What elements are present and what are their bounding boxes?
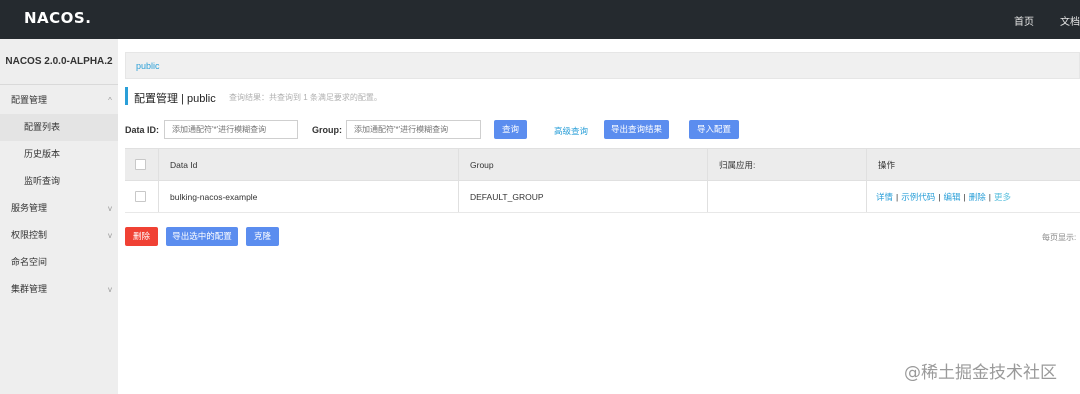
clone-button[interactable]: 克隆: [246, 227, 279, 246]
sidebar-item-label: 命名空间: [11, 257, 48, 267]
export-selected-button[interactable]: 导出选中的配置: [166, 227, 238, 246]
chevron-up-icon: ^: [108, 96, 112, 105]
query-result-summary: 查询结果：共查询到 1 条满足要求的配置。: [229, 93, 382, 102]
column-divider: [866, 181, 867, 212]
separator: |: [963, 192, 966, 202]
sidebar-item-config-management[interactable]: 配置管理 ^: [0, 87, 118, 114]
row-checkbox[interactable]: [135, 191, 146, 202]
nacos-logo[interactable]: NACOS.: [24, 9, 91, 27]
sidebar-item-label: 配置列表: [24, 122, 61, 132]
sidebar-item-access-control[interactable]: 权限控制 v: [0, 222, 118, 249]
chevron-down-icon: v: [108, 204, 112, 213]
dataid-label: Data ID:: [125, 125, 160, 135]
column-header-app: 归属应用:: [719, 159, 756, 170]
sidebar-item-history[interactable]: 历史版本: [0, 141, 118, 168]
group-search-input[interactable]: [346, 120, 481, 139]
column-header-group: Group: [470, 159, 494, 170]
sidebar: NACOS 2.0.0-ALPHA.2 配置管理 ^ 配置列表 历史版本 监听查…: [0, 39, 118, 394]
separator: |: [988, 192, 991, 202]
nav-docs-link[interactable]: 文档: [1060, 13, 1080, 28]
column-divider: [158, 181, 159, 212]
nav-home-link[interactable]: 首页: [1014, 13, 1034, 28]
row-actions: 详情 | 示例代码 | 编辑 | 删除 | 更多: [876, 191, 1011, 203]
cell-group: DEFAULT_GROUP: [470, 191, 544, 202]
namespace-link[interactable]: public: [136, 61, 160, 71]
edit-link[interactable]: 编辑: [943, 192, 960, 202]
dataid-search-input[interactable]: [164, 120, 298, 139]
more-link[interactable]: 更多: [994, 192, 1011, 202]
cell-dataid: bulking-nacos-example: [170, 191, 258, 202]
column-divider: [707, 149, 708, 180]
main-content: public 配置管理 | public 查询结果：共查询到 1 条满足要求的配…: [118, 39, 1080, 394]
sample-code-link[interactable]: 示例代码: [901, 192, 935, 202]
column-divider: [707, 181, 708, 212]
sidebar-item-service-management[interactable]: 服务管理 v: [0, 195, 118, 222]
namespace-breadcrumb: public: [125, 52, 1080, 79]
page-title: 配置管理 | public: [134, 93, 216, 105]
query-button[interactable]: 查询: [494, 120, 527, 139]
sidebar-item-listener-query[interactable]: 监听查询: [0, 168, 118, 195]
sidebar-item-label: 服务管理: [11, 203, 48, 213]
watermark: @稀土掘金技术社区: [904, 363, 1057, 383]
table-row: bulking-nacos-example DEFAULT_GROUP 详情 | 示…: [125, 181, 1080, 213]
sidebar-item-label: 历史版本: [24, 149, 61, 159]
separator: |: [896, 192, 899, 202]
top-navbar: NACOS. 首页 文档: [0, 0, 1080, 39]
column-divider: [158, 149, 159, 180]
delete-button[interactable]: 删除: [125, 227, 158, 246]
separator: |: [938, 192, 941, 202]
delete-link[interactable]: 删除: [969, 192, 986, 202]
title-accent-bar: [125, 87, 128, 105]
select-all-checkbox[interactable]: [135, 159, 146, 170]
sidebar-item-label: 集群管理: [11, 284, 48, 294]
export-results-button[interactable]: 导出查询结果: [604, 120, 669, 139]
chevron-down-icon: v: [108, 231, 112, 240]
sidebar-item-label: 权限控制: [11, 230, 48, 240]
column-header-actions: 操作: [878, 159, 896, 170]
column-divider: [866, 149, 867, 180]
column-header-dataid: Data Id: [170, 159, 198, 170]
detail-link[interactable]: 详情: [876, 192, 893, 202]
sidebar-item-namespace[interactable]: 命名空间: [0, 249, 118, 276]
chevron-down-icon: v: [108, 285, 112, 294]
sidebar-item-label: 配置管理: [11, 95, 48, 105]
sidebar-item-config-list[interactable]: 配置列表: [0, 114, 118, 141]
import-config-button[interactable]: 导入配置: [689, 120, 739, 139]
page-size-label: 每页显示:: [1042, 233, 1077, 242]
group-label: Group:: [312, 125, 342, 135]
column-divider: [458, 149, 459, 180]
sidebar-item-cluster-management[interactable]: 集群管理 v: [0, 276, 118, 303]
column-divider: [458, 181, 459, 212]
advanced-query-link[interactable]: 高级查询: [554, 125, 588, 137]
sidebar-item-label: 监听查询: [24, 176, 61, 186]
table-header: Data Id Group 归属应用: 操作: [125, 148, 1080, 181]
version-label: NACOS 2.0.0-ALPHA.2: [0, 39, 118, 85]
